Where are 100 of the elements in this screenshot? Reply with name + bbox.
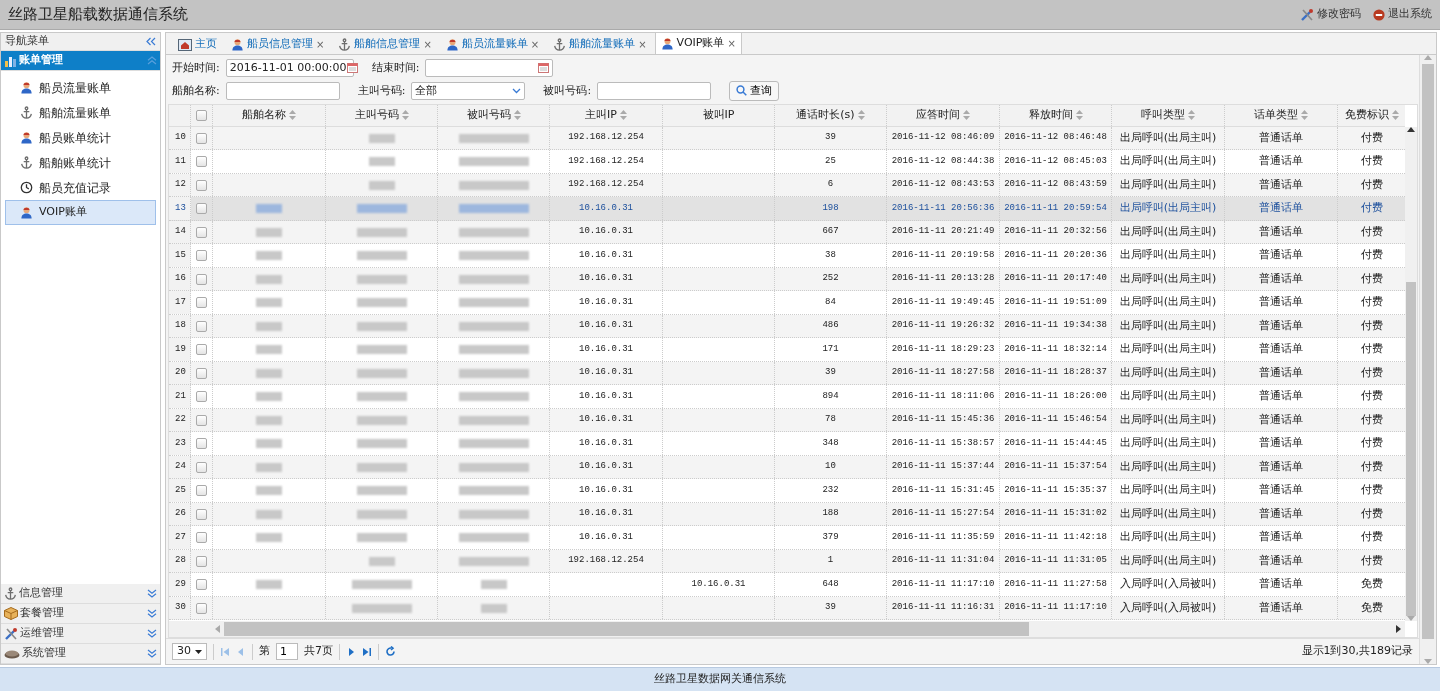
column-header[interactable]: 释放时间 <box>1000 104 1112 126</box>
checkbox[interactable] <box>196 297 207 309</box>
column-header[interactable]: 被叫号码 <box>438 104 550 126</box>
scrollbar[interactable] <box>1419 55 1436 664</box>
column-header[interactable]: 话单类型 <box>1225 104 1338 126</box>
sidebar-item[interactable]: 船员流量账单 <box>5 75 156 100</box>
tab[interactable]: 船舶信息管理 × <box>332 34 438 54</box>
last-page-button[interactable] <box>362 646 372 657</box>
checkbox[interactable] <box>196 602 207 614</box>
table-row[interactable]: 29 10.16.0.31 648 2016-11-11 11:17:10 2016-11-11 11:27:58 入局呼叫(入局被叫) 普通话单 免费 <box>169 573 1405 597</box>
checkbox[interactable] <box>196 555 207 567</box>
checkbox[interactable] <box>196 273 207 285</box>
table-cell-text: 379 <box>822 530 839 544</box>
table-row[interactable]: 11 192.168.12.254 25 2016-11-12 08:44:38 2016-11-12 08:45:03 出局呼叫(出局主叫) 普通话单 付费 <box>169 150 1405 174</box>
checkbox[interactable] <box>196 485 207 497</box>
checkbox[interactable] <box>196 391 207 403</box>
menu-section[interactable]: 运维管理 <box>1 624 160 644</box>
close-icon[interactable]: × <box>727 36 736 51</box>
logout-button[interactable]: 退出系统 <box>1373 6 1432 23</box>
checkbox[interactable] <box>196 461 207 473</box>
next-page-button[interactable] <box>346 646 356 657</box>
checkbox[interactable] <box>196 250 207 262</box>
column-header[interactable]: 应答时间 <box>887 104 1000 126</box>
previous-page-button[interactable] <box>236 646 246 657</box>
tab[interactable]: 船员信息管理 × <box>225 34 331 54</box>
table-row[interactable]: 10 192.168.12.254 39 2016-11-12 08:46:09 2016-11-12 08:46:48 出局呼叫(出局主叫) 普通话单 付费 <box>169 126 1405 151</box>
table-cell-text: 免费 <box>1360 599 1383 616</box>
menu-section[interactable]: 信息管理 <box>1 584 160 604</box>
table-cell: 出局呼叫(出局主叫) <box>1119 482 1217 499</box>
column-header[interactable]: 被叫IP <box>663 104 775 126</box>
sidebar-item[interactable]: 船员充值记录 <box>5 175 156 200</box>
change-password-button[interactable]: 修改密码 <box>1300 6 1361 23</box>
table-cell-text: 10.16.0.31 <box>579 483 633 497</box>
checkbox[interactable] <box>196 508 207 520</box>
checkbox[interactable] <box>196 414 207 426</box>
column-header[interactable]: 呼叫类型 <box>1112 104 1225 126</box>
select-all-checkbox[interactable] <box>196 109 207 121</box>
tab[interactable]: VOIP账单 × <box>654 32 742 54</box>
sidebar-item[interactable]: 船舶流量账单 <box>5 100 156 125</box>
column-header[interactable]: 主叫号码 <box>326 104 438 126</box>
checkbox[interactable] <box>196 344 207 356</box>
refresh-button[interactable] <box>385 646 396 658</box>
table-row[interactable]: 17 10.16.0.31 84 2016-11-11 19:49:45 2016-11-11 19:51:09 出局呼叫(出局主叫) 普通话单 付费 <box>169 291 1405 315</box>
checkbox[interactable] <box>196 226 207 238</box>
close-icon[interactable]: × <box>316 37 325 52</box>
table-row[interactable]: 27 10.16.0.31 379 2016-11-11 11:35:59 2016-11-11 11:42:18 出局呼叫(出局主叫) 普通话单 付费 <box>169 526 1405 550</box>
table-row[interactable]: 22 10.16.0.31 78 2016-11-11 15:45:36 2016-11-11 15:46:54 出局呼叫(出局主叫) 普通话单 付费 <box>169 408 1405 433</box>
search-button[interactable]: 查询 <box>729 80 780 101</box>
input-field[interactable] <box>597 81 712 100</box>
table-row[interactable]: 25 10.16.0.31 232 2016-11-11 15:31:45 2016-11-11 15:35:37 出局呼叫(出局主叫) 普通话单 付费 <box>169 479 1405 503</box>
checkbox[interactable] <box>196 203 207 215</box>
tab[interactable]: 船舶流量账单 × <box>547 34 653 54</box>
tab[interactable]: 船员流量账单 × <box>439 34 546 54</box>
checkbox[interactable] <box>196 438 207 450</box>
table-row[interactable]: 23 10.16.0.31 348 2016-11-11 15:38:57 2016-11-11 15:44:45 出局呼叫(出局主叫) 普通话单 付费 <box>169 432 1405 456</box>
table-row[interactable]: 15 10.16.0.31 38 2016-11-11 20:19:58 2016-11-11 20:20:36 出局呼叫(出局主叫) 普通话单 付费 <box>169 244 1405 268</box>
checkbox[interactable] <box>196 532 207 544</box>
column-header[interactable]: 船舶名称 <box>213 104 326 126</box>
table-cell-text: 付费 <box>1360 458 1383 475</box>
sidebar-item[interactable]: 船舶账单统计 <box>5 150 156 175</box>
table-row[interactable]: 20 10.16.0.31 39 2016-11-11 18:27:58 2016-11-11 18:28:37 出局呼叫(出局主叫) 普通话单 付费 <box>169 361 1405 386</box>
table-row[interactable]: 24 10.16.0.31 10 2016-11-11 15:37:44 2016-11-11 15:37:54 出局呼叫(出局主叫) 普通话单 付费 <box>169 455 1405 480</box>
close-icon[interactable]: × <box>530 37 540 52</box>
close-icon[interactable]: × <box>423 37 432 52</box>
page-input[interactable]: 1 <box>276 643 298 661</box>
menu-section[interactable]: 账单管理 <box>1 51 160 71</box>
close-icon[interactable]: × <box>638 37 647 52</box>
table-row[interactable]: 28 192.168.12.254 1 2016-11-11 11:31:04 2016-11-11 11:31:05 出局呼叫(出局主叫) 普通话单 付费 <box>169 549 1405 574</box>
checkbox[interactable] <box>196 156 207 168</box>
checkbox[interactable] <box>196 179 207 191</box>
table-row[interactable]: 16 10.16.0.31 252 2016-11-11 20:13:28 2016-11-11 20:17:40 出局呼叫(出局主叫) 普通话单 付费 <box>169 267 1405 292</box>
menu-section[interactable]: 套餐管理 <box>1 604 160 624</box>
input-field[interactable] <box>225 81 340 100</box>
table-row[interactable]: 19 10.16.0.31 171 2016-11-11 18:29:23 2016-11-11 18:32:14 出局呼叫(出局主叫) 普通话单 付费 <box>169 338 1405 362</box>
table-row[interactable]: 26 10.16.0.31 188 2016-11-11 15:27:54 2016-11-11 15:31:02 出局呼叫(出局主叫) 普通话单 付费 <box>169 502 1405 527</box>
checkbox[interactable] <box>196 132 207 144</box>
checkbox[interactable] <box>196 367 207 379</box>
first-page-button[interactable] <box>220 646 230 657</box>
table-cell: 2016-11-11 20:13:28 <box>891 272 995 286</box>
table-row[interactable]: 12 192.168.12.254 6 2016-11-12 08:43:53 2016-11-12 08:43:59 出局呼叫(出局主叫) 普通话单 付费 <box>169 173 1405 198</box>
date-field[interactable] <box>425 58 554 77</box>
table-row[interactable]: 30 39 2016-11-11 11:16:31 2016-11-11 11:17:10 入局呼叫(入局被叫) 普通话单 免费 <box>169 596 1405 621</box>
sidebar-item[interactable]: VOIP账单 <box>5 200 156 225</box>
menu-section[interactable]: 系统管理 <box>1 644 160 664</box>
table-row[interactable]: 21 10.16.0.31 894 2016-11-11 18:11:06 2016-11-11 18:26:00 出局呼叫(出局主叫) 普通话单 付费 <box>169 385 1405 409</box>
column-header[interactable]: 免费标识 <box>1338 104 1405 126</box>
table-row[interactable]: 13 10.16.0.31 198 2016-11-11 20:56:36 2016-11-11 20:59:54 出局呼叫(出局主叫) 普通话单 付费 <box>169 197 1405 221</box>
tab[interactable]: 主页 <box>172 34 223 54</box>
page-size-dropdown[interactable]: 30 <box>172 643 207 661</box>
column-header[interactable]: 通话时长(s) <box>775 104 887 126</box>
dropdown[interactable]: 全部 <box>411 81 526 100</box>
checkbox[interactable] <box>196 320 207 332</box>
table-cell-text: 2016-11-11 19:51:09 <box>1004 295 1107 309</box>
table-row[interactable]: 14 10.16.0.31 667 2016-11-11 20:21:49 2016-11-11 20:32:56 出局呼叫(出局主叫) 普通话单 付费 <box>169 220 1405 245</box>
horizontal-scrollbar[interactable] <box>169 621 1405 638</box>
checkbox[interactable] <box>196 579 207 591</box>
column-header[interactable]: 主叫IP <box>550 104 663 126</box>
table-row[interactable]: 18 10.16.0.31 486 2016-11-11 19:26:32 2016-11-11 19:34:38 出局呼叫(出局主叫) 普通话单 付费 <box>169 314 1405 339</box>
scrollbar[interactable] <box>1405 126 1417 622</box>
sidebar-item[interactable]: 船员账单统计 <box>5 125 156 150</box>
